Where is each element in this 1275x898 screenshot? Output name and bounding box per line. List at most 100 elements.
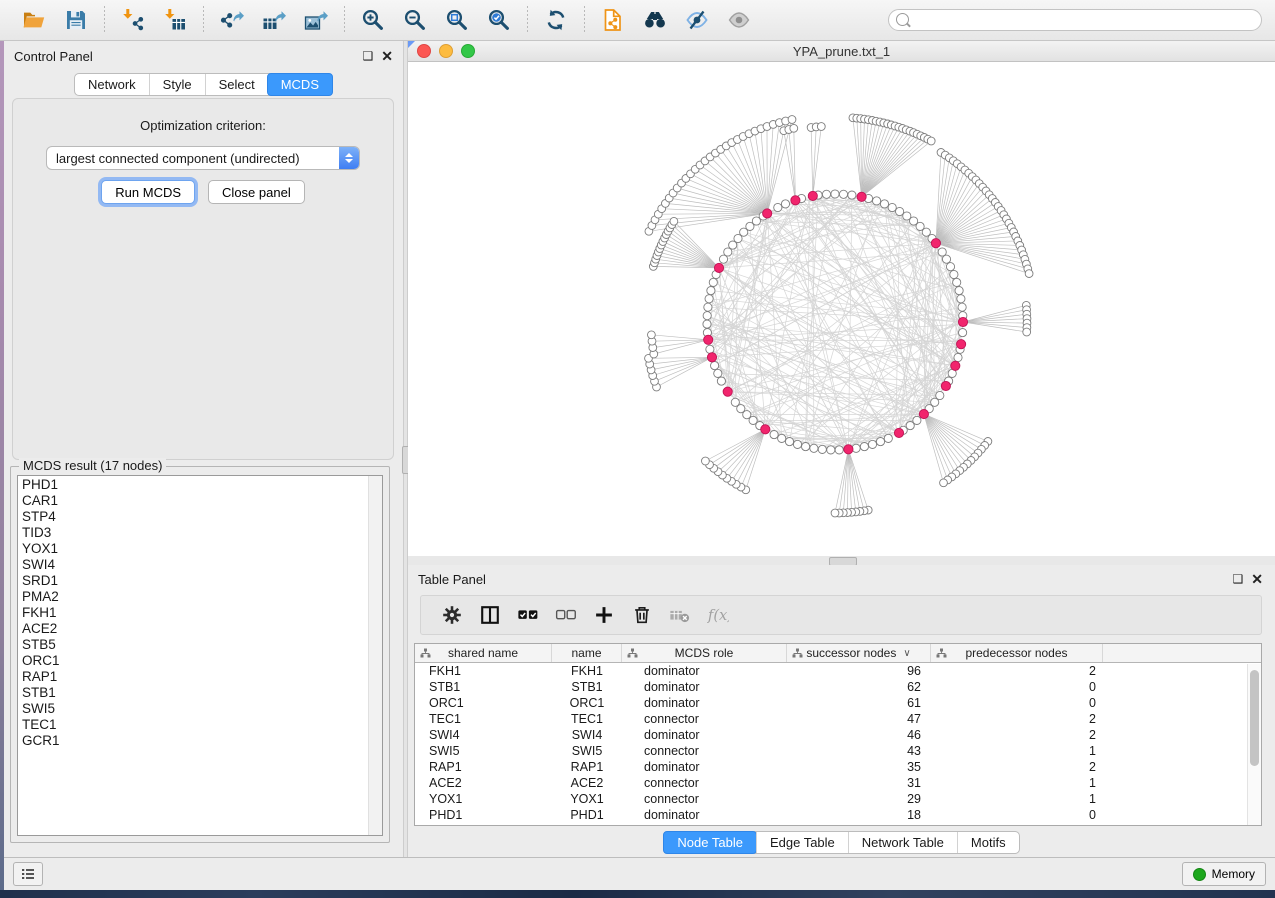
zoom-fit-icon[interactable] [436,3,478,37]
save-session-icon[interactable] [55,3,97,37]
mcds-tab-content: Optimization criterion: largest connecte… [12,98,394,460]
mcds-result-item[interactable]: TID3 [22,525,382,541]
close-panel-icon[interactable]: ✕ [381,50,393,63]
column-header-shared-name[interactable]: shared name [415,644,552,662]
search-input[interactable] [888,9,1262,31]
horizontal-splitter[interactable] [408,556,1275,565]
cell-name: RAP1 [552,760,622,774]
export-table-icon[interactable] [253,3,295,37]
column-header-successor-nodes[interactable]: successor nodes∨ [787,644,931,662]
table-row[interactable]: ORC1ORC1dominator610 [415,695,1261,711]
tab-motifs[interactable]: Motifs [957,832,1019,853]
zoom-out-icon[interactable] [394,3,436,37]
tab-network-table[interactable]: Network Table [848,832,957,853]
network-canvas[interactable] [408,62,1275,556]
table-row[interactable]: TEC1TEC1connector472 [415,711,1261,727]
tab-mcds[interactable]: MCDS [267,73,333,96]
mcds-result-item[interactable]: FKH1 [22,605,382,621]
mcds-result-item[interactable]: STB5 [22,637,382,653]
delete-columns-icon[interactable] [623,598,661,632]
cell-successor-nodes: 31 [787,776,931,790]
table-row[interactable]: YOX1YOX1connector291 [415,791,1261,807]
open-file-icon[interactable] [13,3,55,37]
table-panel-tabs: Node TableEdge TableNetwork TableMotifs [663,831,1019,854]
mcds-result-item[interactable]: ACE2 [22,621,382,637]
mcds-result-item[interactable]: TEC1 [22,717,382,733]
tab-style[interactable]: Style [149,74,205,95]
column-type-icon [936,648,947,659]
mcds-result-item[interactable]: STP4 [22,509,382,525]
export-image-icon[interactable] [295,3,337,37]
mcds-result-item[interactable]: CAR1 [22,493,382,509]
float-panel-icon[interactable]: ❑ [363,50,374,63]
mcds-result-item[interactable]: PHD1 [22,477,382,493]
cell-successor-nodes: 43 [787,744,931,758]
mcds-result-item[interactable]: RAP1 [22,669,382,685]
column-header-name[interactable]: name [552,644,622,662]
run-mcds-button[interactable]: Run MCDS [101,180,195,204]
mcds-result-item[interactable]: SRD1 [22,573,382,589]
cell-successor-nodes: 46 [787,728,931,742]
zoom-in-icon[interactable] [352,3,394,37]
table-row[interactable]: SWI5SWI5connector431 [415,743,1261,759]
mcds-result-item[interactable]: SWI5 [22,701,382,717]
new-network-from-selection-icon[interactable] [592,3,634,37]
mcds-result-item[interactable]: SWI4 [22,557,382,573]
table-row[interactable]: FKH1FKH1dominator962 [415,663,1261,679]
hide-selected-icon[interactable] [676,3,718,37]
cell-mcds-role: dominator [622,664,787,678]
memory-button[interactable]: Memory [1182,862,1266,886]
show-all-icon[interactable] [718,3,760,37]
close-panel-button[interactable]: Close panel [208,180,305,204]
delete-table-icon [661,598,699,632]
zoom-selected-icon[interactable] [478,3,520,37]
import-network-icon[interactable] [112,3,154,37]
column-header-mcds-role[interactable]: MCDS role [622,644,787,662]
tab-edge-table[interactable]: Edge Table [756,832,848,853]
export-network-icon[interactable] [211,3,253,37]
table-row[interactable]: STB1STB1dominator620 [415,679,1261,695]
tab-select[interactable]: Select [205,74,268,95]
table-row[interactable]: ACE2ACE2connector311 [415,775,1261,791]
mcds-result-item[interactable]: STB1 [22,685,382,701]
show-columns-icon[interactable] [471,598,509,632]
cell-name: SWI5 [552,744,622,758]
import-table-icon[interactable] [154,3,196,37]
control-panel-title: Control Panel [14,49,93,64]
close-table-panel-icon[interactable]: ✕ [1251,573,1263,586]
mcds-result-item[interactable]: ORC1 [22,653,382,669]
mcds-result-list[interactable]: PHD1CAR1STP4TID3YOX1SWI4SRD1PMA2FKH1ACE2… [17,475,383,836]
table-scrollbar[interactable] [1247,664,1261,825]
search-binoculars-icon[interactable] [634,3,676,37]
cell-predecessor-nodes: 0 [931,680,1103,694]
mcds-result-group: MCDS result (17 nodes) PHD1CAR1STP4TID3Y… [10,466,390,843]
mcds-list-scrollbar[interactable] [368,476,382,835]
network-view-window: YPA_prune.txt_1 [408,41,1275,556]
mcds-result-item[interactable]: PMA2 [22,589,382,605]
table-row[interactable]: RAP1RAP1dominator352 [415,759,1261,775]
cell-successor-nodes: 62 [787,680,931,694]
task-history-button[interactable] [13,862,43,886]
tab-network[interactable]: Network [75,74,149,95]
optimization-criterion-dropdown[interactable]: largest connected component (undirected) [46,146,360,170]
apply-layout-icon[interactable] [535,3,577,37]
cell-shared-name: FKH1 [415,664,552,678]
table-settings-gear-icon[interactable] [433,598,471,632]
cell-mcds-role: connector [622,776,787,790]
cell-mcds-role: dominator [622,760,787,774]
mcds-result-items: PHD1CAR1STP4TID3YOX1SWI4SRD1PMA2FKH1ACE2… [18,476,382,749]
tab-node-table[interactable]: Node Table [663,831,757,854]
cell-shared-name: SWI5 [415,744,552,758]
float-table-panel-icon[interactable]: ❑ [1233,573,1244,586]
table-scrollbar-thumb[interactable] [1250,670,1259,766]
create-column-icon[interactable] [585,598,623,632]
column-header-predecessor-nodes[interactable]: predecessor nodes [931,644,1103,662]
unselect-all-columns-icon[interactable] [547,598,585,632]
mcds-result-item[interactable]: YOX1 [22,541,382,557]
cell-mcds-role: connector [622,712,787,726]
select-all-columns-icon[interactable] [509,598,547,632]
table-row[interactable]: PHD1PHD1dominator180 [415,807,1261,823]
table-row[interactable]: SWI4SWI4dominator462 [415,727,1261,743]
mcds-result-item[interactable]: GCR1 [22,733,382,749]
main-toolbar [0,0,1275,41]
